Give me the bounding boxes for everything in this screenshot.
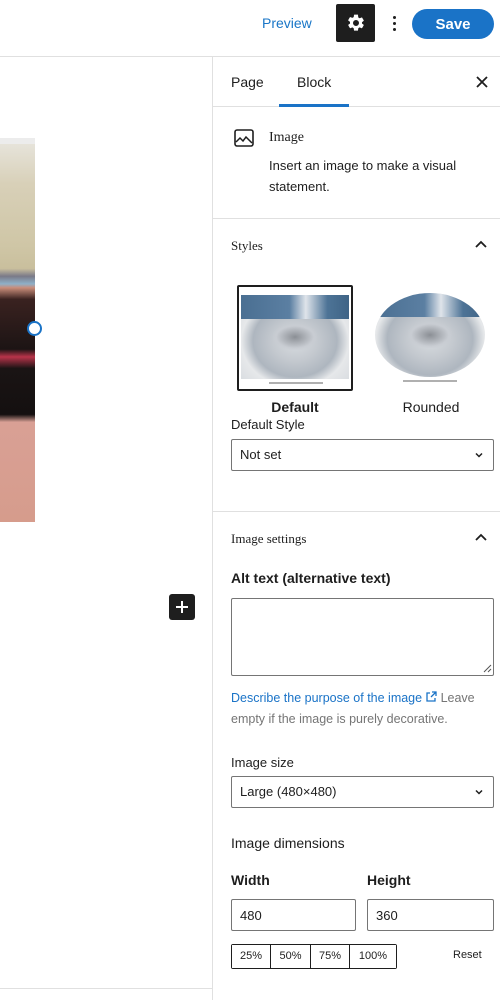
style-option-default[interactable]: Default [237, 285, 353, 415]
block-description: Insert an image to make a visual stateme… [269, 158, 457, 194]
chevron-down-icon [475, 452, 483, 458]
preview-caption [403, 380, 457, 382]
plus-icon [176, 601, 188, 613]
image-resize-handle[interactable] [27, 321, 42, 336]
settings-sidebar: Page Block Image Insert an image to make… [212, 57, 500, 1000]
default-style-value: Not set [240, 447, 282, 462]
style-preview-rounded [373, 285, 489, 391]
image-size-select[interactable]: Large (480×480) [231, 776, 494, 808]
styles-panel: Styles Default Rounded Default Style Not… [213, 219, 500, 512]
image-size-label: Image size [231, 755, 294, 770]
preview-button[interactable]: Preview [252, 9, 322, 37]
image-settings-header[interactable]: Image settings [213, 512, 500, 566]
height-label: Height [367, 872, 411, 888]
scale-75-button[interactable]: 75% [311, 945, 350, 968]
settings-button[interactable] [336, 4, 375, 42]
sidebar-tabs: Page Block [213, 57, 500, 107]
block-card: Image Insert an image to make a visual s… [213, 107, 500, 219]
divider [0, 988, 213, 989]
alt-text-help: Describe the purpose of the image Leave … [231, 688, 499, 730]
add-block-button[interactable] [169, 594, 195, 620]
save-button[interactable]: Save [412, 9, 494, 39]
style-label-rounded: Rounded [402, 399, 460, 415]
scale-50-button[interactable]: 50% [271, 945, 311, 968]
scale-button-group: 25% 50% 75% 100% [231, 944, 397, 969]
styles-panel-header[interactable]: Styles [213, 219, 500, 273]
scale-25-button[interactable]: 25% [232, 945, 271, 968]
tab-block[interactable]: Block [297, 57, 331, 107]
style-label-default: Default [271, 399, 319, 415]
ellipsis-dot [392, 21, 396, 25]
style-preview-default [237, 285, 353, 391]
styles-panel-title: Styles [231, 238, 263, 253]
close-sidebar-button[interactable] [471, 71, 493, 93]
width-label: Width [231, 872, 270, 888]
alt-text-input[interactable] [231, 598, 494, 676]
close-icon [476, 76, 488, 88]
describe-purpose-link[interactable]: Describe the purpose of the image [231, 691, 437, 705]
image-settings-panel: Image settings Alt text (alternative tex… [213, 512, 500, 992]
preview-image [241, 295, 349, 379]
alt-text-label: Alt text (alternative text) [231, 570, 391, 586]
gear-icon [347, 14, 364, 31]
describe-purpose-link-text: Describe the purpose of the image [231, 691, 423, 705]
vertical-ellipsis-icon [392, 15, 396, 19]
block-title: Image [269, 130, 304, 145]
external-link-icon [426, 691, 437, 702]
chevron-up-icon[interactable] [473, 530, 489, 546]
preview-caption [269, 382, 323, 384]
scale-100-button[interactable]: 100% [350, 945, 396, 968]
height-input[interactable] [367, 899, 494, 931]
image-size-value: Large (480×480) [240, 784, 337, 799]
reset-dimensions-button[interactable]: Reset [453, 949, 482, 961]
default-style-select[interactable]: Not set [231, 439, 494, 471]
ellipsis-dot [392, 27, 396, 31]
style-option-rounded[interactable]: Rounded [373, 285, 489, 415]
tab-page[interactable]: Page [231, 57, 264, 107]
chevron-up-icon[interactable] [473, 237, 489, 253]
editor-canvas [0, 58, 213, 1000]
image-dimensions-label: Image dimensions [231, 835, 345, 851]
default-style-label: Default Style [231, 417, 305, 432]
image-settings-title: Image settings [231, 531, 307, 546]
more-options-button[interactable] [386, 8, 402, 38]
chevron-down-icon [475, 789, 483, 795]
editor-top-bar: Preview Save [0, 0, 500, 57]
image-icon [234, 129, 254, 147]
preview-image [375, 293, 485, 377]
width-input[interactable] [231, 899, 356, 931]
